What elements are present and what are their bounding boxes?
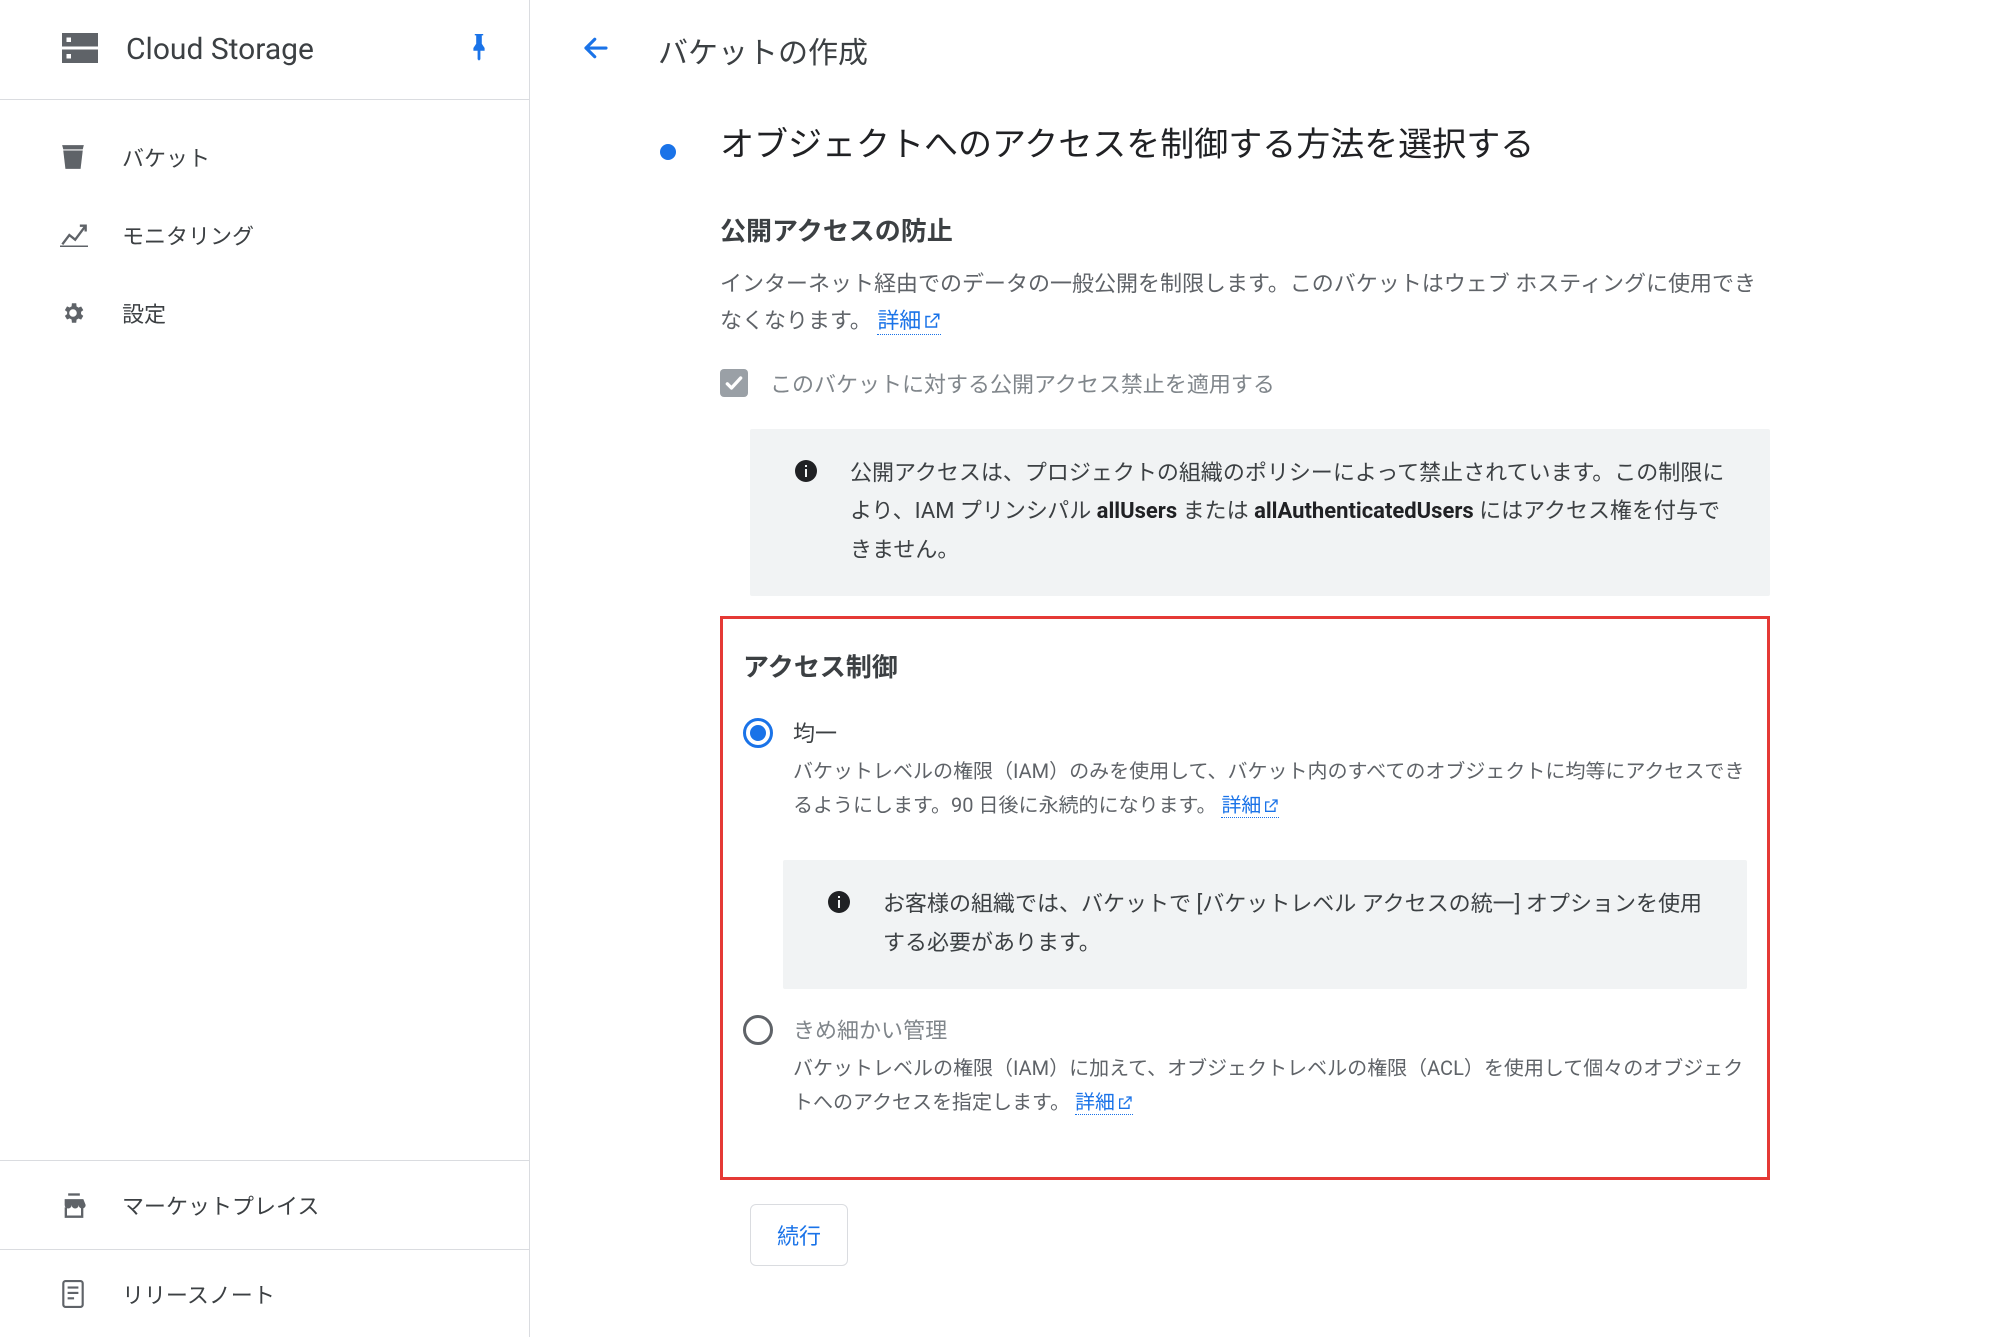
external-link-icon <box>1263 790 1279 824</box>
info-icon <box>815 886 863 963</box>
radio-uniform-desc: バケットレベルの権限（IAM）のみを使用して、バケット内のすべてのオブジェクトに… <box>793 754 1747 824</box>
step-dot-icon <box>660 144 676 160</box>
public-access-learn-more-link[interactable]: 詳細 <box>877 309 941 335</box>
sidebar-item-label: バケット <box>122 141 210 173</box>
info-bold: allUsers <box>1097 499 1177 524</box>
public-access-info-box: 公開アクセスは、プロジェクトの組織のポリシーによって禁止されています。この制限に… <box>750 429 1770 597</box>
radio-item-fine: きめ細かい管理 バケットレベルの権限（IAM）に加えて、オブジェクトレベルの権限… <box>743 999 1747 1135</box>
bucket-icon <box>60 145 100 169</box>
sidebar: Cloud Storage バケット <box>0 0 530 1337</box>
radio-item-uniform: 均一 バケットレベルの権限（IAM）のみを使用して、バケット内のすべてのオブジェ… <box>743 702 1747 838</box>
radio-fine[interactable] <box>743 1015 773 1045</box>
release-notes-icon <box>60 1280 100 1308</box>
desc-text: バケットレベルの権限（IAM）に加えて、オブジェクトレベルの権限（ACL）を使用… <box>793 1056 1743 1114</box>
sidebar-item-settings[interactable]: 設定 <box>0 274 529 352</box>
sidebar-item-marketplace[interactable]: マーケットプレイス <box>0 1161 529 1249</box>
public-access-description-text: インターネット経由でのデータの一般公開を制限します。このバケットはウェブ ホステ… <box>720 272 1756 334</box>
continue-label: 続行 <box>777 1224 821 1249</box>
radio-uniform[interactable] <box>743 718 773 748</box>
storage-icon <box>62 32 98 68</box>
back-button[interactable] <box>574 28 618 72</box>
sidebar-item-label: モニタリング <box>122 219 254 251</box>
check-icon <box>724 373 744 393</box>
main-header: バケットの作成 <box>530 0 2000 100</box>
step-title: オブジェクトへのアクセスを制御する方法を選択する <box>720 120 1770 171</box>
main: バケットの作成 オブジェクトへのアクセスを制御する方法を選択する 公開アクセスの… <box>530 0 2000 1337</box>
arrow-left-icon <box>581 33 611 67</box>
pin-icon <box>468 34 490 66</box>
sidebar-item-monitoring[interactable]: モニタリング <box>0 196 529 274</box>
sidebar-item-release-notes[interactable]: リリースノート <box>0 1249 529 1337</box>
pin-button[interactable] <box>457 28 501 72</box>
enforce-public-access-checkbox[interactable] <box>720 369 748 397</box>
enforce-public-access-checkbox-row: このバケットに対する公開アクセス禁止を適用する <box>720 367 1770 399</box>
enforce-public-access-label: このバケットに対する公開アクセス禁止を適用する <box>770 367 1275 399</box>
access-control-radio-group: 均一 バケットレベルの権限（IAM）のみを使用して、バケット内のすべてのオブジェ… <box>743 702 1747 1135</box>
sidebar-item-label: リリースノート <box>122 1278 275 1310</box>
public-access-heading: 公開アクセスの防止 <box>720 211 1770 248</box>
radio-uniform-label: 均一 <box>793 716 1747 748</box>
public-access-description: インターネット経由でのデータの一般公開を制限します。このバケットはウェブ ホステ… <box>720 266 1770 343</box>
link-text: 詳細 <box>1221 793 1261 817</box>
sidebar-item-label: マーケットプレイス <box>122 1189 319 1221</box>
nav-list: バケット モニタリング 設定 <box>0 100 529 1160</box>
info-icon <box>782 455 830 571</box>
link-text: 詳細 <box>877 309 921 334</box>
info-segment: または <box>1177 499 1254 524</box>
access-control-heading: アクセス制御 <box>743 647 1747 684</box>
monitoring-icon <box>60 223 100 247</box>
content: オブジェクトへのアクセスを制御する方法を選択する 公開アクセスの防止 インターネ… <box>530 100 2000 1306</box>
page-title: バケットの作成 <box>658 28 868 72</box>
radio-fine-desc: バケットレベルの権限（IAM）に加えて、オブジェクトレベルの権限（ACL）を使用… <box>793 1051 1747 1121</box>
product-name: Cloud Storage <box>126 32 457 67</box>
sidebar-header: Cloud Storage <box>0 0 529 100</box>
marketplace-icon <box>60 1192 100 1218</box>
radio-fine-label: きめ細かい管理 <box>793 1013 1747 1045</box>
uniform-learn-more-link[interactable]: 詳細 <box>1221 793 1279 818</box>
info-bold: allAuthenticatedUsers <box>1254 499 1474 524</box>
sidebar-item-buckets[interactable]: バケット <box>0 118 529 196</box>
gear-icon <box>60 300 100 326</box>
sidebar-item-label: 設定 <box>122 297 166 329</box>
continue-button[interactable]: 続行 <box>750 1204 848 1266</box>
link-text: 詳細 <box>1075 1090 1115 1114</box>
public-access-info-text: 公開アクセスは、プロジェクトの組織のポリシーによって禁止されています。この制限に… <box>850 455 1738 571</box>
external-link-icon <box>1117 1087 1133 1121</box>
access-control-highlight: アクセス制御 均一 バケットレベルの権限（IAM）のみを使用して、バケット内のす… <box>720 616 1770 1180</box>
uniform-info-box: お客様の組織では、バケットで [バケットレベル アクセスの統一] オプションを使… <box>783 860 1747 989</box>
fine-learn-more-link[interactable]: 詳細 <box>1075 1090 1133 1115</box>
uniform-info-text: お客様の組織では、バケットで [バケットレベル アクセスの統一] オプションを使… <box>883 886 1715 963</box>
step-marker <box>660 120 720 1266</box>
sidebar-footer: マーケットプレイス リリースノート <box>0 1160 529 1337</box>
external-link-icon <box>923 305 941 342</box>
